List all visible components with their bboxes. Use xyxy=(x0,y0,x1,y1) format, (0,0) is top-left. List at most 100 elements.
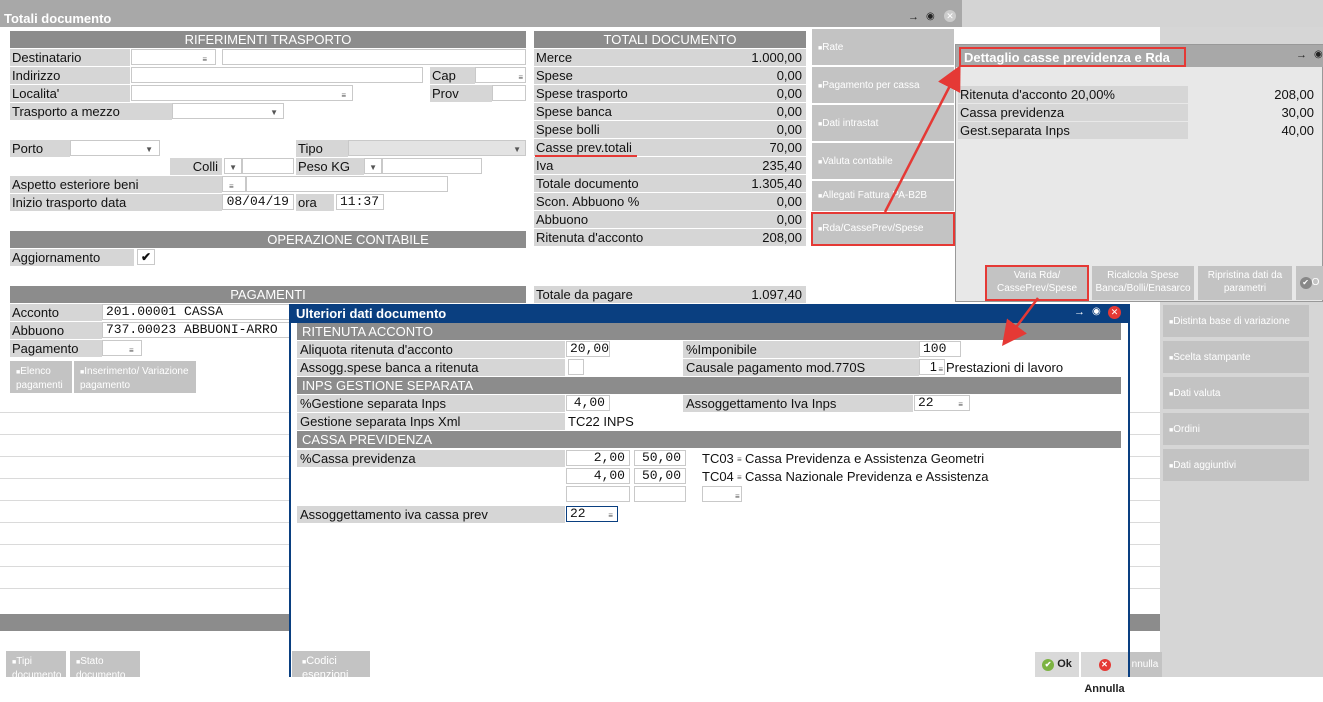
dettaglio-ritenuta-label: Ritenuta d'acconto 20,00% xyxy=(958,86,1188,103)
acconto-field[interactable]: 201.00001 CASSA xyxy=(102,304,290,320)
trasporto-mezzo-select[interactable]: ▼ xyxy=(172,103,284,119)
totali-row-value: 0,00 xyxy=(776,194,802,209)
gest-xml-value: TC22 INPS xyxy=(568,414,634,429)
ritenuta-section: RITENUTA ACCONTO xyxy=(297,323,1121,340)
cassa-imp-1[interactable]: 50,00 xyxy=(634,450,686,466)
annulla-icon: ✕ xyxy=(1098,659,1111,671)
rda-casseprev-button[interactable]: Rda/CassePrev/Spese xyxy=(811,212,955,246)
aspetto-field[interactable] xyxy=(246,176,448,192)
dettaglio-dialog xyxy=(955,44,1323,302)
gest-xml-label: Gestione separata Inps Xml xyxy=(297,413,565,430)
prov-field[interactable] xyxy=(492,85,526,101)
close-icon[interactable]: ✕ xyxy=(944,10,956,22)
cassa-imp-2[interactable]: 50,00 xyxy=(634,468,686,484)
assogg-cassa-field[interactable]: 22 ≡ xyxy=(566,506,618,522)
cassa-desc-1: Cassa Previdenza e Assistenza Geometri xyxy=(745,451,985,466)
distinta-base-button[interactable]: Distinta base di variazione xyxy=(1163,305,1309,337)
totali-row-value: 208,00 xyxy=(762,230,802,245)
cap-field[interactable]: ≡ xyxy=(475,67,526,83)
dettaglio-restore-icon[interactable]: ◉ xyxy=(1314,49,1323,60)
ripristina-dati-label: Ripristina dati da parametri xyxy=(1207,270,1283,294)
ulteriori-close-icon[interactable]: ✕ xyxy=(1108,306,1121,319)
peso-select[interactable]: ▼ xyxy=(364,158,382,174)
cassa-code-1[interactable]: TC03 xyxy=(702,450,734,467)
dati-valuta-button[interactable]: Dati valuta xyxy=(1163,377,1309,409)
inizio-data-field[interactable]: 08/04/19 xyxy=(222,194,294,210)
scelta-stampante-button[interactable]: Scelta stampante xyxy=(1163,341,1309,373)
inps-section: INPS GESTIONE SEPARATA xyxy=(297,377,1121,394)
gest-sep-field[interactable]: 4,00 xyxy=(566,395,610,411)
aggiornamento-checkbox[interactable]: ✔ xyxy=(137,249,155,265)
riferimenti-header: RIFERIMENTI TRASPORTO xyxy=(10,31,526,48)
ulteriori-pin-icon[interactable]: → xyxy=(1074,306,1085,318)
ulteriori-restore-icon[interactable]: ◉ xyxy=(1092,306,1101,317)
pagamento-field[interactable]: ≡ xyxy=(102,340,142,356)
operazione-header: OPERAZIONE CONTABILE xyxy=(10,231,526,248)
causale-code: 1 xyxy=(929,359,937,374)
annulla-button[interactable]: ✕ Annulla xyxy=(1081,652,1128,695)
causale-label: Causale pagamento mod.770S xyxy=(683,359,919,376)
porto-select[interactable]: ▼ xyxy=(70,140,160,156)
allegati-fattura-button[interactable]: Allegati Fattura PA-B2B xyxy=(812,181,954,211)
aspetto-code-field[interactable]: ≡ xyxy=(222,176,246,192)
cassa-perc-1[interactable]: 2,00 xyxy=(566,450,630,466)
ok-button[interactable]: ✔ Ok xyxy=(1035,652,1079,677)
restore-icon[interactable]: ◉ xyxy=(926,11,935,22)
destinatario-name-field[interactable] xyxy=(222,49,526,65)
totali-row-value: 0,00 xyxy=(776,122,802,137)
tipo-select[interactable]: ▼ xyxy=(348,140,526,156)
stato-documento-button[interactable]: Stato documento xyxy=(70,651,140,681)
destinatario-code-field[interactable]: ≡ xyxy=(131,49,216,65)
tipi-documento-button[interactable]: Tipi documento xyxy=(6,651,66,681)
casse-underline xyxy=(535,155,637,157)
codici-esenzioni-button[interactable]: Codici esenzioni iva xyxy=(292,651,370,694)
destinatario-label: Destinatario xyxy=(10,49,130,66)
imponibile-field[interactable]: 100 xyxy=(919,341,961,357)
aliquota-field[interactable]: 20,00 xyxy=(566,341,610,357)
cassa-perc-2[interactable]: 4,00 xyxy=(566,468,630,484)
abbuono-field[interactable]: 737.00023 ABBUONI-ARRO xyxy=(102,322,290,338)
indirizzo-field[interactable] xyxy=(131,67,423,83)
localita-field[interactable]: ≡ xyxy=(131,85,353,101)
assogg-iva-inps-value: 22 xyxy=(918,395,934,410)
valuta-contabile-button[interactable]: Valuta contabile xyxy=(812,143,954,179)
cassa-code-2[interactable]: TC04 xyxy=(702,468,734,485)
pin-icon[interactable]: → xyxy=(908,11,919,23)
totali-row-value: 0,00 xyxy=(776,104,802,119)
assogg-spese-label: Assogg.spese banca a ritenuta xyxy=(297,359,565,376)
dettaglio-pin-icon[interactable]: → xyxy=(1296,49,1307,61)
pagamento-cassa-button[interactable]: Pagamento per cassa xyxy=(812,67,954,103)
peso-field[interactable] xyxy=(382,158,482,174)
ora-label: ora xyxy=(296,194,334,211)
cassa-perc-3[interactable] xyxy=(566,486,630,502)
cassa-imp-3[interactable] xyxy=(634,486,686,502)
colli-field[interactable] xyxy=(242,158,294,174)
assogg-spese-checkbox[interactable] xyxy=(568,359,584,375)
inserimento-pagamento-button[interactable]: Inserimento/ Variazione pagamento xyxy=(74,361,196,393)
causale-field[interactable]: 1 ≡ xyxy=(919,359,945,375)
annulla-bg-button[interactable]: nnulla xyxy=(1128,652,1162,677)
dettaglio-cassa-value: 30,00 xyxy=(1281,105,1314,120)
inizio-trasporto-label: Inizio trasporto data xyxy=(10,194,222,211)
porto-label: Porto xyxy=(10,140,70,157)
dati-intrastat-button[interactable]: Dati intrastat xyxy=(812,105,954,141)
ripristina-dati-button[interactable]: Ripristina dati da parametri xyxy=(1198,266,1292,300)
cassa-desc-2: Cassa Nazionale Previdenza e Assistenza xyxy=(745,469,989,484)
elenco-pagamenti-button[interactable]: Elenco pagamenti xyxy=(10,361,72,393)
indirizzo-label: Indirizzo xyxy=(10,67,130,84)
aspetto-label: Aspetto esteriore beni xyxy=(10,176,222,193)
colli-select[interactable]: ▼ xyxy=(224,158,242,174)
cassa-code-3[interactable]: ≡ xyxy=(702,486,742,502)
varia-rda-button[interactable]: Varia Rda/ CassePrev/Spese xyxy=(985,265,1089,301)
totali-row-value: 70,00 xyxy=(769,140,802,155)
aliquota-label: Aliquota ritenuta d'acconto xyxy=(297,341,565,358)
ordini-button[interactable]: Ordini xyxy=(1163,413,1309,445)
assogg-iva-inps-field[interactable]: 22 ≡ xyxy=(914,395,970,411)
totali-row-value: 0,00 xyxy=(776,86,802,101)
dettaglio-ok-button[interactable]: ✔ O xyxy=(1296,266,1323,300)
dati-aggiuntivi-button[interactable]: Dati aggiuntivi xyxy=(1163,449,1309,481)
dettaglio-gest-label: Gest.separata Inps xyxy=(958,122,1188,139)
rate-button[interactable]: Rate xyxy=(812,29,954,65)
ora-field[interactable]: 11:37 xyxy=(336,194,384,210)
ricalcola-spese-button[interactable]: Ricalcola Spese Banca/Bolli/Enasarco xyxy=(1092,266,1194,300)
